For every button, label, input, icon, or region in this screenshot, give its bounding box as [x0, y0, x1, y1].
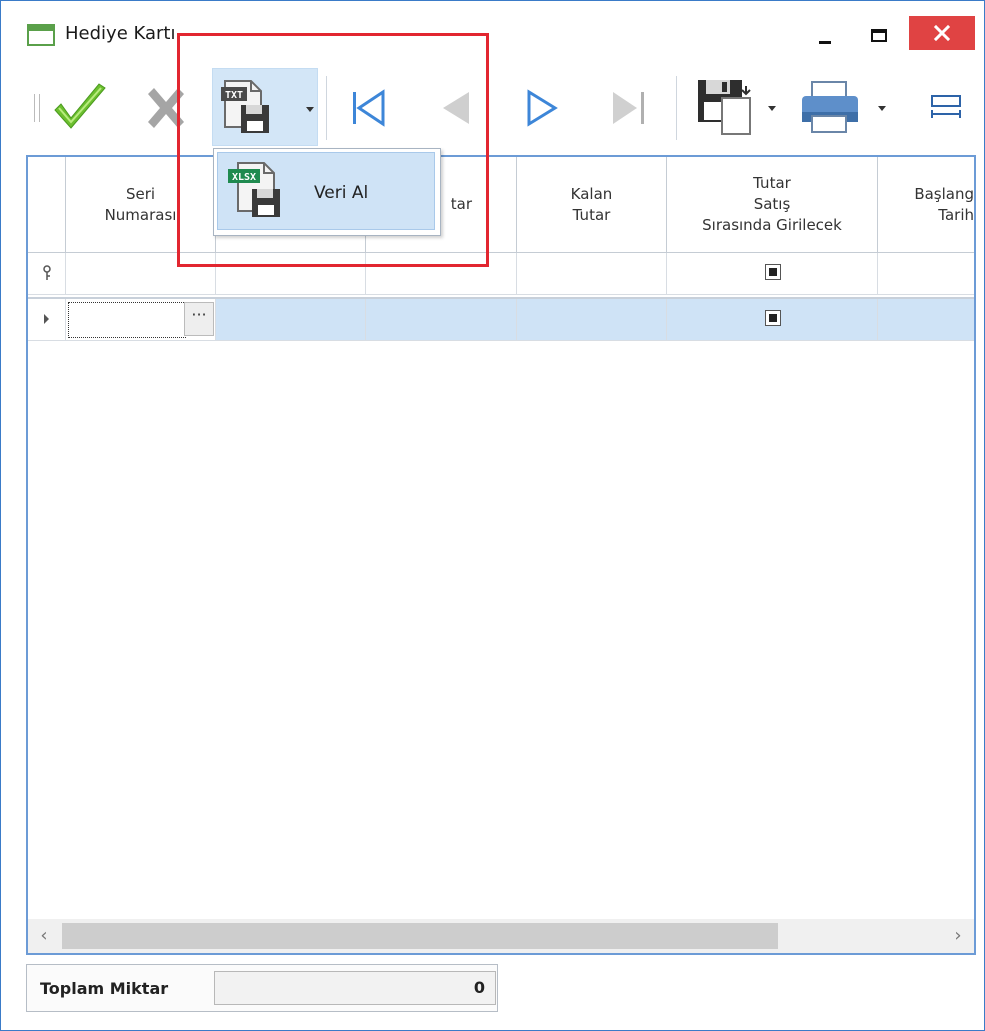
previous-record-button[interactable]: [424, 68, 484, 148]
filter-cell[interactable]: [366, 253, 517, 295]
toolbar-grip[interactable]: [34, 94, 40, 122]
save-button[interactable]: [690, 68, 780, 148]
filter-cell[interactable]: [66, 253, 216, 295]
fit-columns-button[interactable]: [921, 68, 971, 148]
filter-cell[interactable]: [667, 253, 878, 295]
title-bar: Hediye Kartı: [1, 1, 984, 63]
scroll-left-icon[interactable]: ‹: [34, 925, 54, 947]
toolbar-separator: [326, 76, 327, 140]
serial-number-input[interactable]: [68, 302, 186, 338]
table-cell[interactable]: [517, 299, 667, 341]
column-header-serial-number[interactable]: Seri Numarası: [66, 157, 216, 253]
column-header-amount-entered-at-sale[interactable]: Tutar Satış Sırasında Girilecek: [667, 157, 878, 253]
data-grid: Seri Numarası tar Kalan Tutar Tutar Satış Sı…: [26, 155, 976, 955]
next-record-icon: [527, 89, 558, 127]
minimize-icon[interactable]: [809, 21, 843, 51]
floppy-save-icon: [698, 80, 751, 135]
chevron-down-icon: [306, 107, 314, 112]
column-fit-icon: [931, 95, 961, 118]
first-record-icon: [353, 89, 385, 127]
total-quantity-panel: Toplam Miktar 0: [26, 964, 498, 1012]
menu-item-label: Veri Al: [314, 183, 369, 203]
close-button[interactable]: [909, 16, 975, 50]
filter-cell[interactable]: [878, 253, 974, 295]
filter-cell[interactable]: [517, 253, 667, 295]
cancel-button[interactable]: [136, 68, 196, 148]
row-indicator-header: [28, 157, 66, 253]
close-icon: [933, 24, 951, 42]
first-record-button[interactable]: [338, 68, 398, 148]
svg-text:XLSX: XLSX: [232, 172, 256, 183]
filter-row: [28, 253, 974, 295]
chevron-down-icon: [768, 106, 776, 111]
table-row[interactable]: ···: [28, 297, 974, 341]
row-pointer-icon: [44, 314, 49, 324]
amount-at-sale-checkbox[interactable]: [765, 310, 781, 326]
row-indicator: [28, 299, 66, 341]
xlsx-file-save-icon: XLSX: [228, 162, 280, 217]
table-cell[interactable]: [667, 299, 878, 341]
chevron-down-icon: [878, 106, 886, 111]
window-title: Hediye Kartı: [65, 23, 176, 44]
txt-file-save-icon: TXT: [221, 80, 269, 133]
table-cell[interactable]: [216, 299, 366, 341]
serial-number-cell[interactable]: ···: [66, 299, 216, 341]
accept-button[interactable]: [50, 68, 110, 148]
last-record-icon: [613, 92, 644, 124]
toolbar: TXT: [26, 64, 976, 152]
ellipsis-button[interactable]: ···: [184, 302, 214, 336]
scroll-right-icon[interactable]: ›: [948, 925, 968, 947]
import-button[interactable]: TXT: [212, 68, 318, 146]
filter-cell[interactable]: [216, 253, 366, 295]
next-record-button[interactable]: [514, 68, 574, 148]
svg-text:TXT: TXT: [225, 90, 243, 101]
previous-record-icon: [443, 92, 469, 124]
maximize-icon[interactable]: [863, 21, 897, 51]
scrollbar-thumb[interactable]: [62, 923, 778, 949]
printer-icon: [802, 81, 858, 133]
table-cell[interactable]: [366, 299, 517, 341]
table-cell[interactable]: [878, 299, 974, 341]
total-quantity-label: Toplam Miktar: [40, 979, 169, 998]
filter-key-icon: [43, 265, 51, 280]
column-header-remaining-amount[interactable]: Kalan Tutar: [517, 157, 667, 253]
print-button[interactable]: [796, 68, 886, 148]
column-header-start-date[interactable]: Başlang Tarih: [878, 157, 974, 253]
last-record-button[interactable]: [600, 68, 660, 148]
toolbar-separator: [676, 76, 677, 140]
filter-checkbox[interactable]: [765, 264, 781, 280]
window-form-icon: [27, 24, 55, 46]
filter-row-indicator: [28, 253, 66, 295]
x-icon: [148, 88, 184, 128]
horizontal-scrollbar[interactable]: ‹ ›: [28, 919, 974, 953]
total-quantity-value: 0: [214, 971, 496, 1005]
checkmark-icon: [54, 83, 106, 129]
